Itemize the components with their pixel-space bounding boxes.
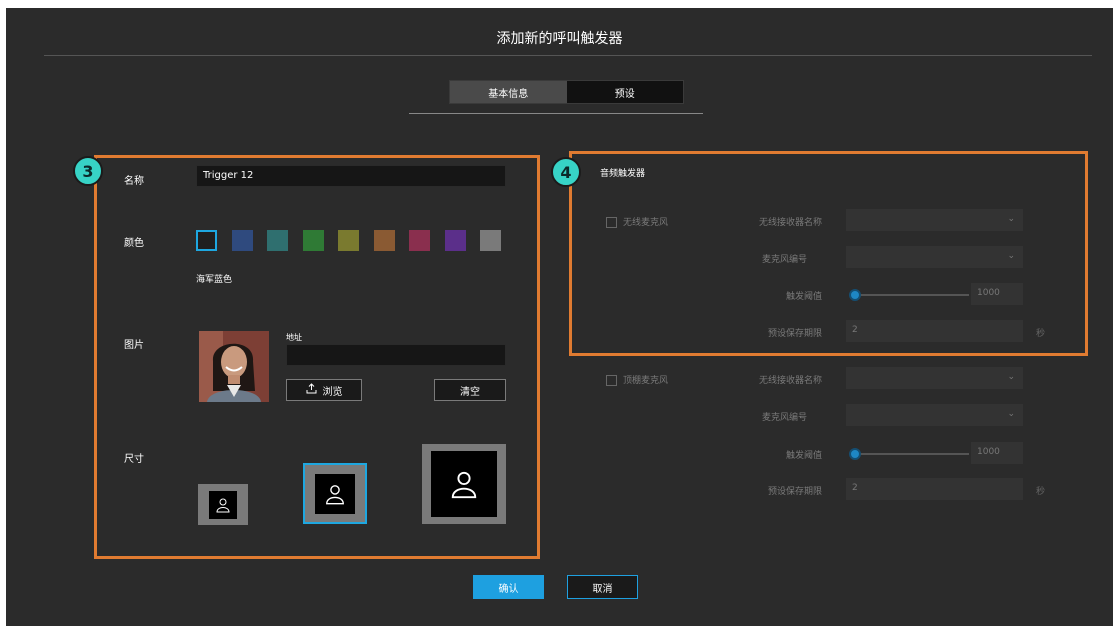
name-input[interactable]: Trigger 12 [196, 165, 506, 187]
tab-preset[interactable]: 预设 [567, 81, 684, 103]
confirm-button[interactable]: 确认 [473, 575, 544, 599]
receiver-name-select-2[interactable]: ⌄ [846, 367, 1023, 389]
threshold-value-1[interactable]: 1000 [971, 283, 1023, 305]
annotation-badge-3: 3 [73, 156, 103, 186]
size-large-option[interactable] [422, 444, 506, 524]
color-swatch[interactable] [267, 230, 288, 251]
size-label: 尺寸 [124, 454, 144, 465]
mic-number-select-2[interactable]: ⌄ [846, 404, 1023, 426]
color-swatch[interactable] [231, 230, 253, 251]
threshold-value-2[interactable]: 1000 [971, 442, 1023, 464]
dialog-title: 添加新的呼叫触发器 [496, 31, 623, 47]
cancel-button[interactable]: 取消 [567, 575, 638, 599]
person-icon [326, 484, 344, 504]
preset-unit-1: 秒 [1036, 329, 1046, 339]
color-label: 颜色 [124, 238, 144, 249]
address-input[interactable] [286, 344, 506, 366]
mic-number-select-1[interactable]: ⌄ [846, 246, 1023, 268]
title-divider [44, 55, 1092, 56]
preset-duration-input-2[interactable]: 2 [846, 478, 1023, 500]
threshold-label-2: 触发阈值 [785, 451, 822, 461]
ceiling-mic-checkbox[interactable] [606, 375, 617, 386]
threshold-slider-knob-2[interactable] [849, 448, 861, 460]
mic-number-label-1: 麦克风编号 [761, 255, 807, 265]
chevron-down-icon: ⌄ [1007, 214, 1015, 224]
threshold-slider-track-2[interactable] [851, 453, 969, 455]
tab-bar: 基本信息 预设 [449, 80, 684, 104]
color-swatch[interactable] [196, 230, 217, 251]
tab-underline [409, 113, 703, 114]
size-small-option[interactable] [198, 484, 248, 525]
preset-duration-label-2: 预设保存期限 [767, 487, 822, 497]
threshold-label-1: 触发阈值 [785, 292, 822, 302]
color-swatch[interactable] [409, 230, 430, 251]
wireless-mic-label: 无线麦克风 [623, 218, 669, 228]
clear-button[interactable]: 清空 [434, 379, 506, 401]
wireless-mic-checkbox[interactable] [606, 217, 617, 228]
chevron-down-icon: ⌄ [1007, 251, 1015, 261]
upload-icon [306, 383, 317, 397]
browse-label: 浏览 [322, 386, 343, 398]
ceiling-mic-label: 顶棚麦克风 [623, 376, 669, 386]
preset-duration-label-1: 预设保存期限 [767, 329, 822, 339]
receiver-name-label-1: 无线接收器名称 [758, 218, 822, 228]
color-swatch[interactable] [480, 230, 501, 251]
address-label: 地址 [286, 333, 302, 342]
color-name: 海军蓝色 [196, 275, 233, 285]
color-swatch[interactable] [444, 230, 466, 251]
preset-unit-2: 秒 [1036, 487, 1046, 497]
color-swatch[interactable] [302, 230, 324, 251]
preset-duration-input-1[interactable]: 2 [846, 320, 1023, 342]
profile-photo [199, 331, 269, 402]
dialog-window: 添加新的呼叫触发器 基本信息 预设 3 名称 Trigger 12 颜色 海军蓝… [6, 8, 1113, 626]
mic-number-label-2: 麦克风编号 [761, 413, 807, 423]
browse-button[interactable]: 浏览 [286, 379, 362, 401]
audio-trigger-title: 音频触发器 [600, 169, 646, 179]
tab-basic-info[interactable]: 基本信息 [450, 81, 567, 103]
person-icon [216, 498, 230, 512]
color-swatch[interactable] [338, 230, 359, 251]
name-label: 名称 [124, 176, 144, 187]
threshold-slider-track-1[interactable] [851, 294, 969, 296]
receiver-name-select-1[interactable]: ⌄ [846, 209, 1023, 231]
chevron-down-icon: ⌄ [1007, 372, 1015, 382]
annotation-badge-4: 4 [551, 157, 581, 187]
person-icon [451, 471, 477, 499]
chevron-down-icon: ⌄ [1007, 409, 1015, 419]
receiver-name-label-2: 无线接收器名称 [758, 376, 822, 386]
size-medium-option[interactable] [303, 463, 367, 524]
image-label: 图片 [124, 340, 144, 351]
threshold-slider-knob-1[interactable] [849, 289, 861, 301]
color-swatch[interactable] [373, 230, 395, 251]
